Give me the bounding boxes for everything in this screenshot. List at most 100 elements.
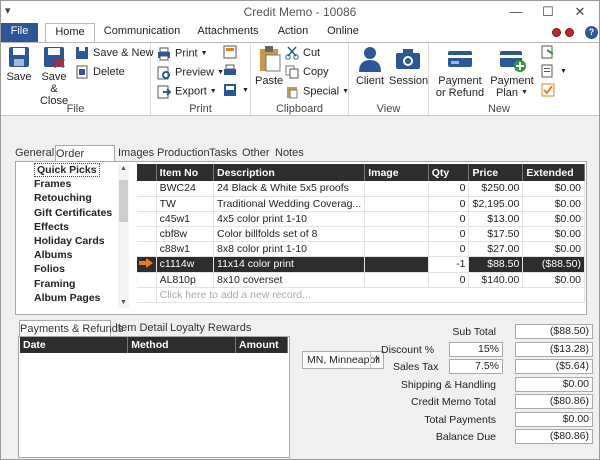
- category-item[interactable]: Retouching: [18, 191, 130, 205]
- new-record-placeholder[interactable]: Click here to add a new record...: [156, 287, 586, 303]
- cell-qty[interactable]: 0: [428, 226, 470, 242]
- table-row[interactable]: c45w1 4x5 color print 1-10 0 $13.00 $0.0…: [137, 211, 585, 227]
- cell-description[interactable]: Color billfolds set of 8: [213, 226, 366, 242]
- save-button[interactable]: Save: [5, 45, 33, 83]
- session-button[interactable]: Session: [389, 45, 428, 87]
- tab-item-detail[interactable]: Item Detail: [115, 320, 168, 337]
- cell-item[interactable]: c88w1: [156, 241, 215, 257]
- column-header[interactable]: Method: [127, 337, 236, 353]
- category-item[interactable]: Frames: [18, 177, 130, 191]
- cell-item[interactable]: cbf8w: [156, 226, 215, 242]
- table-row[interactable]: AL810p 8x10 coverset 0 $140.00 $0.00: [137, 272, 585, 288]
- cell-image[interactable]: [364, 272, 429, 288]
- table-row[interactable]: cbf8w Color billfolds set of 8 0 $17.50 …: [137, 226, 585, 242]
- tab-other[interactable]: Other: [242, 145, 272, 162]
- preview-button[interactable]: Preview ▼: [157, 64, 224, 81]
- maximize-button[interactable]: ☐: [535, 3, 561, 21]
- save-close-button[interactable]: Save & Close: [37, 45, 71, 107]
- table-row[interactable]: TW Traditional Wedding Coverag... 0 $2,1…: [137, 196, 585, 212]
- tab-tasks[interactable]: Tasks: [209, 145, 239, 162]
- scroll-up-icon[interactable]: ▲: [118, 164, 129, 174]
- table-row-selected[interactable]: c1114w 11x14 color print -1 $88.50 ($88.…: [137, 256, 585, 273]
- cell-item[interactable]: BWC24: [156, 181, 215, 197]
- category-item[interactable]: Albums: [18, 248, 130, 262]
- cell-description[interactable]: 8x8 color print 1-10: [213, 241, 366, 257]
- payment-plan-button[interactable]: Payment Plan ▼: [489, 45, 535, 99]
- layout-icon[interactable]: [223, 83, 237, 97]
- shipping-field[interactable]: $0.00: [515, 377, 593, 392]
- cell-qty[interactable]: 0: [428, 272, 470, 288]
- cell-description[interactable]: 8x10 coverset: [213, 272, 366, 288]
- table-row[interactable]: BWC24 24 Black & White 5x5 proofs 0 $250…: [137, 181, 585, 197]
- category-item[interactable]: Framing: [18, 277, 130, 291]
- copy-button[interactable]: Copy: [285, 64, 329, 81]
- column-header[interactable]: Qty: [428, 164, 470, 181]
- column-header[interactable]: Date: [20, 337, 129, 353]
- cell-image[interactable]: [364, 196, 429, 212]
- print-button[interactable]: Print ▼: [157, 45, 208, 62]
- tab-online[interactable]: Online: [321, 23, 365, 42]
- tab-file[interactable]: File: [1, 23, 38, 42]
- cell-qty[interactable]: 0: [428, 196, 470, 212]
- tab-notes[interactable]: Notes: [275, 145, 305, 162]
- category-item[interactable]: Gift Certificates: [18, 206, 130, 220]
- tab-general[interactable]: General: [15, 145, 54, 162]
- column-header[interactable]: Description: [213, 164, 366, 181]
- payment-refund-button[interactable]: Payment or Refund: [435, 45, 485, 99]
- cell-price[interactable]: $17.50: [468, 226, 524, 242]
- discount-percent-field[interactable]: 15%: [449, 342, 503, 357]
- cell-item[interactable]: TW: [156, 196, 215, 212]
- new-form-icon[interactable]: [541, 64, 555, 78]
- column-header[interactable]: Image: [364, 164, 429, 181]
- cell-price[interactable]: $140.00: [468, 272, 524, 288]
- scroll-down-icon[interactable]: ▼: [118, 298, 129, 308]
- cell-image[interactable]: [364, 241, 429, 257]
- tax-location-select[interactable]: MN, Minneapoli ▼: [302, 351, 384, 369]
- new-form-dropdown-icon[interactable]: ▼: [560, 68, 567, 75]
- cell-price[interactable]: $250.00: [468, 181, 524, 197]
- close-button[interactable]: ✕: [567, 3, 593, 21]
- cell-item[interactable]: c1114w: [156, 256, 215, 273]
- export-button[interactable]: Export ▼: [157, 83, 217, 100]
- cell-image[interactable]: [364, 256, 429, 273]
- cell-qty[interactable]: -1: [428, 256, 470, 273]
- cell-description[interactable]: Traditional Wedding Coverag...: [213, 196, 366, 212]
- cell-description[interactable]: 4x5 color print 1-10: [213, 211, 366, 227]
- cell-image[interactable]: [364, 181, 429, 197]
- delete-button[interactable]: Delete: [75, 64, 125, 81]
- column-header[interactable]: Extended: [522, 164, 585, 181]
- cell-price[interactable]: $13.00: [468, 211, 524, 227]
- cell-price[interactable]: $2,195.00: [468, 196, 524, 212]
- cell-image[interactable]: [364, 226, 429, 242]
- cell-qty[interactable]: 0: [428, 241, 470, 257]
- cell-image[interactable]: [364, 211, 429, 227]
- cell-item[interactable]: AL810p: [156, 272, 215, 288]
- tab-action[interactable]: Action: [271, 23, 315, 42]
- sales-tax-percent-field[interactable]: 7.5%: [449, 359, 503, 374]
- category-item[interactable]: Album Pages: [18, 291, 130, 305]
- cut-button[interactable]: Cut: [285, 45, 320, 62]
- category-item[interactable]: Effects: [18, 220, 130, 234]
- column-header[interactable]: Amount: [235, 337, 288, 353]
- save-new-button[interactable]: Save & New: [75, 45, 154, 62]
- cell-qty[interactable]: 0: [428, 211, 470, 227]
- tab-production[interactable]: Production: [157, 145, 210, 162]
- minimize-button[interactable]: —: [503, 3, 529, 21]
- column-header[interactable]: Item No: [156, 164, 215, 181]
- print-settings-icon[interactable]: [223, 45, 237, 59]
- checklist-icon[interactable]: [541, 83, 555, 97]
- printer-icon[interactable]: [223, 64, 237, 78]
- cell-price[interactable]: $27.00: [468, 241, 524, 257]
- new-document-icon[interactable]: [541, 45, 555, 59]
- tab-images[interactable]: Images: [118, 145, 154, 162]
- tab-home[interactable]: Home: [45, 23, 95, 43]
- category-item[interactable]: Folios: [18, 262, 130, 276]
- tab-attachments[interactable]: Attachments: [191, 23, 265, 42]
- cell-price[interactable]: $88.50: [468, 256, 524, 273]
- category-item[interactable]: Holiday Cards: [18, 234, 130, 248]
- cell-item[interactable]: c45w1: [156, 211, 215, 227]
- help-icon[interactable]: ?: [585, 26, 598, 39]
- table-row[interactable]: c88w1 8x8 color print 1-10 0 $27.00 $0.0…: [137, 241, 585, 257]
- category-item[interactable]: Quick Picks: [18, 163, 130, 177]
- column-header[interactable]: Price: [468, 164, 524, 181]
